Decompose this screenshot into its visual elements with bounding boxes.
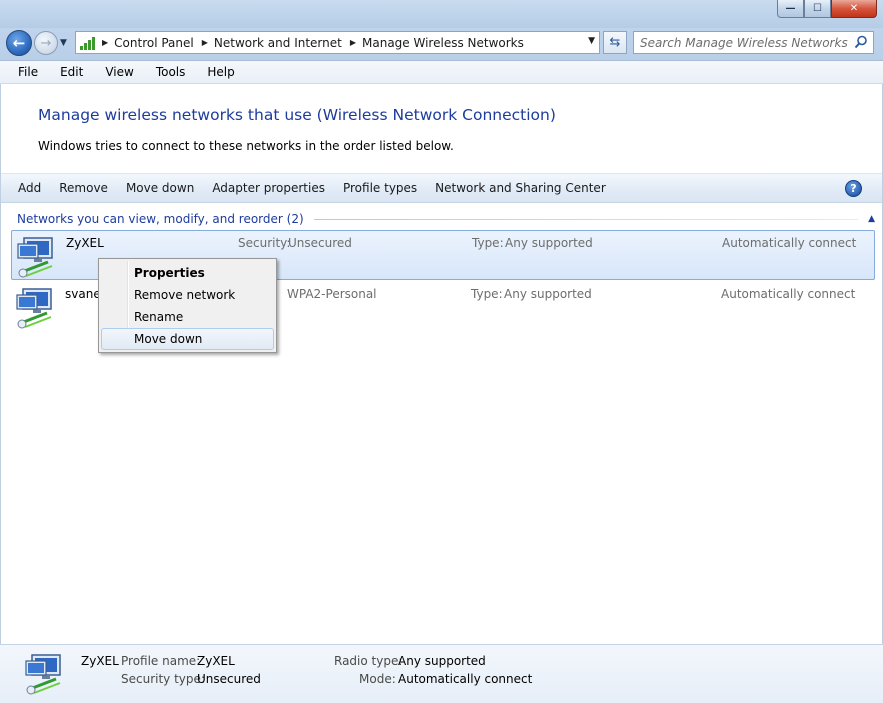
maximize-button[interactable]: ☐	[804, 0, 831, 18]
search-box[interactable]	[633, 31, 874, 54]
breadcrumb-separator-icon[interactable]: ▶	[350, 38, 356, 47]
type-value: Any supported	[505, 236, 593, 250]
forward-arrow-icon: →	[40, 35, 52, 51]
mode-label: Mode:	[359, 672, 396, 686]
breadcrumb-manage-wireless-networks[interactable]: Manage Wireless Networks	[362, 36, 524, 50]
profile-name-value: ZyXEL	[197, 654, 235, 668]
network-group-header[interactable]: Networks you can view, modify, and reord…	[17, 211, 875, 227]
refresh-icon: ⇆	[609, 35, 621, 50]
adapter-properties-button[interactable]: Adapter properties	[205, 178, 332, 198]
network-signal-icon	[80, 36, 96, 50]
search-icon[interactable]	[854, 35, 868, 49]
profile-types-button[interactable]: Profile types	[336, 178, 424, 198]
menu-bar: File Edit View Tools Help	[0, 60, 883, 84]
security-type-label: Security type:	[121, 672, 205, 686]
breadcrumb-separator-icon[interactable]: ▶	[102, 38, 108, 47]
details-pane: ZyXEL Profile name: ZyXEL Security type:…	[0, 644, 883, 703]
breadcrumb-network-and-internet[interactable]: Network and Internet	[214, 36, 342, 50]
security-label: Security:	[238, 236, 291, 250]
connect-mode: Automatically connect	[722, 236, 857, 250]
menu-help[interactable]: Help	[204, 63, 237, 81]
title-bar: — ☐ ✕	[0, 0, 883, 30]
type-label: Type:	[472, 236, 504, 250]
wireless-network-icon	[16, 288, 52, 329]
caption-buttons: — ☐ ✕	[777, 0, 877, 18]
wireless-network-icon	[17, 237, 53, 278]
address-dropdown-icon[interactable]: ▼	[588, 36, 595, 46]
wireless-network-icon	[25, 654, 61, 695]
remove-button[interactable]: Remove	[52, 178, 115, 198]
security-type-value: Unsecured	[197, 672, 261, 686]
type-value: Any supported	[504, 287, 592, 301]
context-properties[interactable]: Properties	[101, 262, 274, 284]
type-label: Type:	[471, 287, 503, 301]
address-bar[interactable]: ▶ Control Panel ▶ Network and Internet ▶…	[75, 31, 600, 54]
command-bar: Add Remove Move down Adapter properties …	[1, 173, 882, 203]
network-sharing-center-button[interactable]: Network and Sharing Center	[428, 178, 613, 198]
menu-file[interactable]: File	[15, 63, 41, 81]
refresh-button[interactable]: ⇆	[603, 31, 627, 54]
security-value: Unsecured	[288, 236, 352, 250]
help-icon[interactable]: ?	[845, 180, 862, 197]
context-move-down[interactable]: Move down	[101, 328, 274, 350]
menu-tools[interactable]: Tools	[153, 63, 189, 81]
breadcrumb-control-panel[interactable]: Control Panel	[114, 36, 194, 50]
security-value: WPA2-Personal	[287, 287, 377, 301]
page-description: Windows tries to connect to these networ…	[38, 139, 454, 153]
close-button[interactable]: ✕	[831, 0, 877, 18]
context-menu: Properties Remove network Rename Move do…	[98, 258, 277, 353]
mode-value: Automatically connect	[398, 672, 533, 686]
back-arrow-icon: ←	[12, 34, 26, 52]
context-rename[interactable]: Rename	[101, 306, 274, 328]
details-network-name: ZyXEL	[81, 654, 119, 668]
network-name: ZyXEL	[66, 236, 104, 250]
group-title: Networks you can view, modify, and reord…	[17, 212, 304, 226]
profile-name-label: Profile name:	[121, 654, 201, 668]
page-title: Manage wireless networks that use (Wirel…	[38, 106, 556, 124]
content-area: Manage wireless networks that use (Wirel…	[0, 84, 883, 644]
minimize-button[interactable]: —	[777, 0, 804, 18]
navigation-bar: ← → ▼ ▶ Control Panel ▶ Network and Inte…	[0, 28, 883, 60]
menu-edit[interactable]: Edit	[57, 63, 86, 81]
breadcrumb-separator-icon[interactable]: ▶	[202, 38, 208, 47]
forward-button[interactable]: →	[34, 31, 58, 55]
collapse-chevron-icon[interactable]: ▲	[868, 214, 875, 224]
recent-pages-dropdown[interactable]: ▼	[60, 38, 67, 48]
group-divider	[313, 218, 859, 220]
radio-type-value: Any supported	[398, 654, 486, 668]
radio-type-label: Radio type:	[334, 654, 403, 668]
move-down-button[interactable]: Move down	[119, 178, 201, 198]
add-button[interactable]: Add	[11, 178, 48, 198]
menu-view[interactable]: View	[102, 63, 136, 81]
context-remove-network[interactable]: Remove network	[101, 284, 274, 306]
connect-mode: Automatically connect	[721, 287, 856, 301]
search-input[interactable]	[640, 33, 850, 52]
back-button[interactable]: ←	[6, 30, 32, 56]
